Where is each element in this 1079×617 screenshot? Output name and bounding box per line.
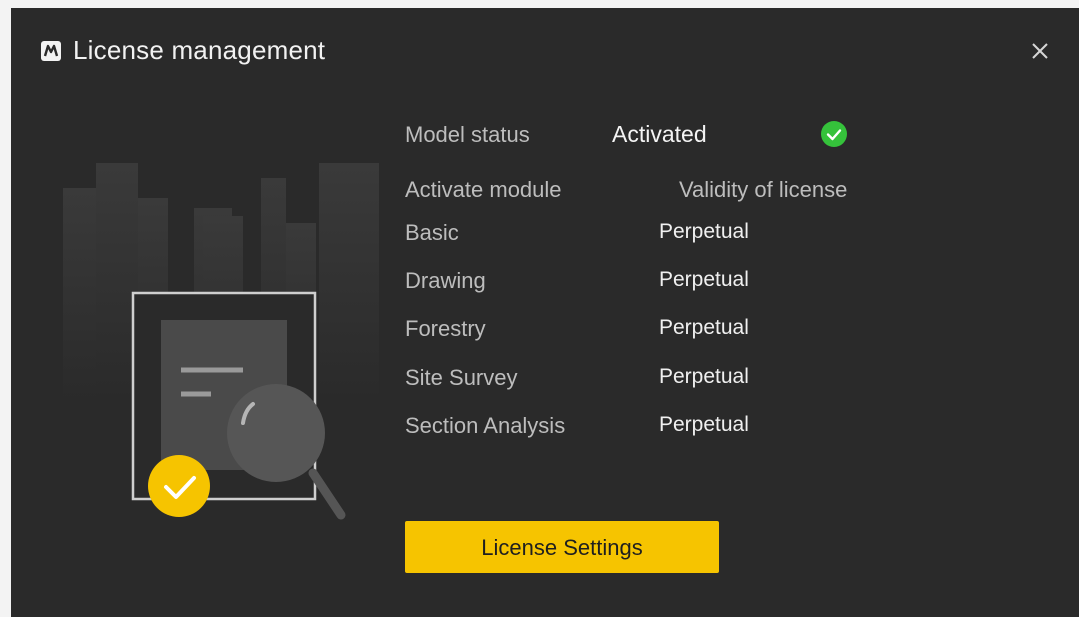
module-validity: Perpetual: [659, 316, 749, 339]
title-bar: License management: [11, 8, 1079, 92]
module-validity: Perpetual: [659, 220, 749, 243]
module-validity: Perpetual: [659, 413, 749, 436]
close-icon[interactable]: [1027, 38, 1053, 64]
license-settings-button[interactable]: License Settings: [405, 521, 719, 573]
column-header-validity: Validity of license: [679, 177, 848, 202]
license-illustration: [63, 163, 379, 520]
column-header-module: Activate module: [405, 177, 562, 202]
module-validity: Perpetual: [659, 365, 749, 388]
module-name: Drawing: [405, 268, 486, 293]
check-circle-icon: [821, 121, 847, 147]
module-name: Forestry: [405, 316, 486, 341]
module-name: Site Survey: [405, 365, 518, 390]
app-logo-icon: [41, 41, 61, 61]
dialog-title: License management: [73, 35, 326, 65]
model-status-value: Activated: [612, 121, 707, 147]
module-name: Section Analysis: [405, 413, 566, 438]
license-management-dialog: License management Model status Activate…: [11, 8, 1079, 617]
module-name: Basic: [405, 220, 459, 245]
verified-badge-icon: [148, 455, 210, 517]
module-validity: Perpetual: [659, 268, 749, 291]
model-status-label: Model status: [405, 122, 530, 147]
